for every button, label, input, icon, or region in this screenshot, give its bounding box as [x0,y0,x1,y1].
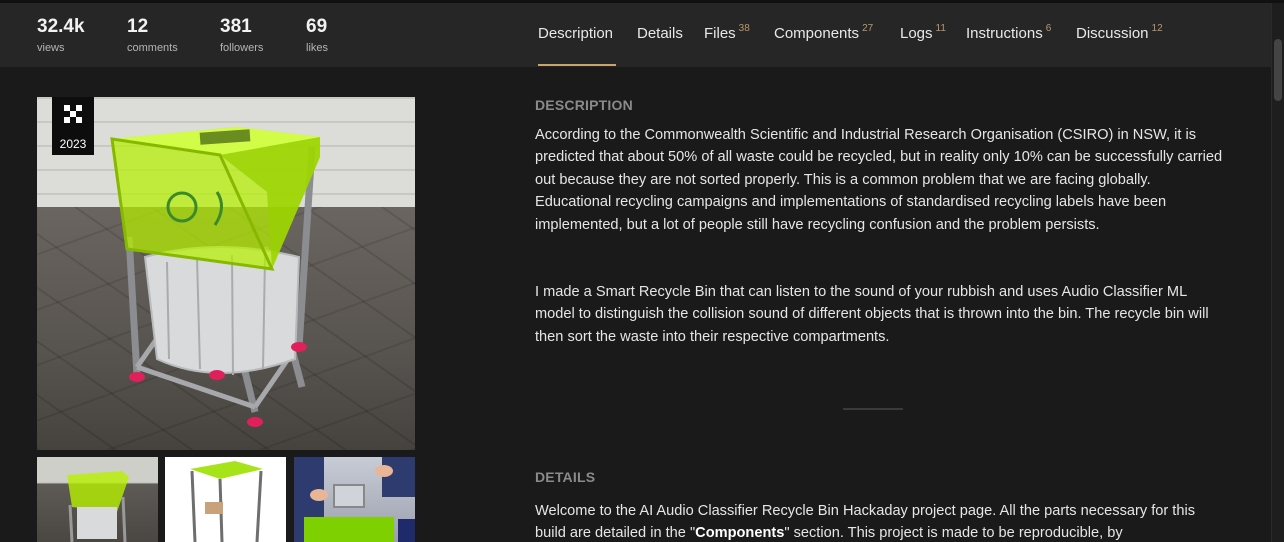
description-paragraph-1: According to the Commonwealth Scientific… [535,127,1223,233]
tab-description[interactable]: Description [538,24,613,44]
contest-year-badge: 2023 [52,97,94,155]
tab-details-label: Details [637,25,683,42]
tab-files-label: Files [704,25,736,42]
tab-logs-label: Logs [900,25,933,42]
project-main-image[interactable]: 2023 [37,97,415,450]
gallery-thumbnail-1[interactable] [37,457,158,542]
tab-discussion[interactable]: Discussion 12 [1076,24,1163,44]
active-tab-indicator [538,64,616,66]
gallery-thumbnail-2[interactable] [165,457,286,542]
badge-year: 2023 [59,137,87,151]
tab-logs-count: 11 [935,23,946,34]
page-scrollbar[interactable] [1271,3,1284,542]
thumbnail-3-image [294,457,415,542]
tab-instructions[interactable]: Instructions 6 [966,24,1051,44]
tab-discussion-count: 12 [1151,23,1163,34]
tab-instructions-label: Instructions [966,25,1043,42]
details-paragraph: Welcome to the AI Audio Classifier Recyc… [535,500,1225,542]
stat-comments-label: comments [127,42,178,54]
hackaday-logo-icon [64,105,82,123]
stat-likes-label: likes [306,42,329,54]
tab-description-label: Description [538,25,614,42]
tab-files[interactable]: Files 38 [704,24,750,44]
stat-followers-value: 381 [220,16,252,37]
stat-views-value: 32.4k [37,16,85,37]
stat-comments-value: 12 [127,16,149,37]
details-heading: DETAILS [535,469,596,485]
stat-followers[interactable]: 381 followers [220,16,263,55]
tab-files-count: 38 [738,23,750,34]
tab-components-count: 27 [862,23,874,34]
description-paragraph-2: I made a Smart Recycle Bin that can list… [535,284,1209,345]
tab-logs[interactable]: Logs 11 [900,24,946,44]
description-heading: DESCRIPTION [535,97,633,113]
tab-components-label: Components [774,25,860,42]
thumbnail-2-image [190,461,263,542]
stat-views: 32.4k views [37,16,85,55]
section-divider [843,408,903,410]
details-text-after: " section. This project is made to be re… [784,525,1123,542]
tab-details[interactable]: Details [637,24,683,44]
tab-discussion-label: Discussion [1076,25,1149,42]
stat-views-label: views [37,42,65,54]
stat-comments[interactable]: 12 comments [127,16,178,55]
tab-instructions-count: 6 [1045,23,1052,34]
thumbnail-1-image [67,471,129,542]
tab-components[interactable]: Components 27 [774,24,873,44]
stat-likes-value: 69 [306,16,328,37]
scrollbar-thumb[interactable] [1274,39,1282,101]
stat-likes[interactable]: 69 likes [306,16,328,55]
components-link[interactable]: Components [695,525,784,541]
gallery-thumbnail-3[interactable] [294,457,415,542]
stat-followers-label: followers [220,42,264,54]
